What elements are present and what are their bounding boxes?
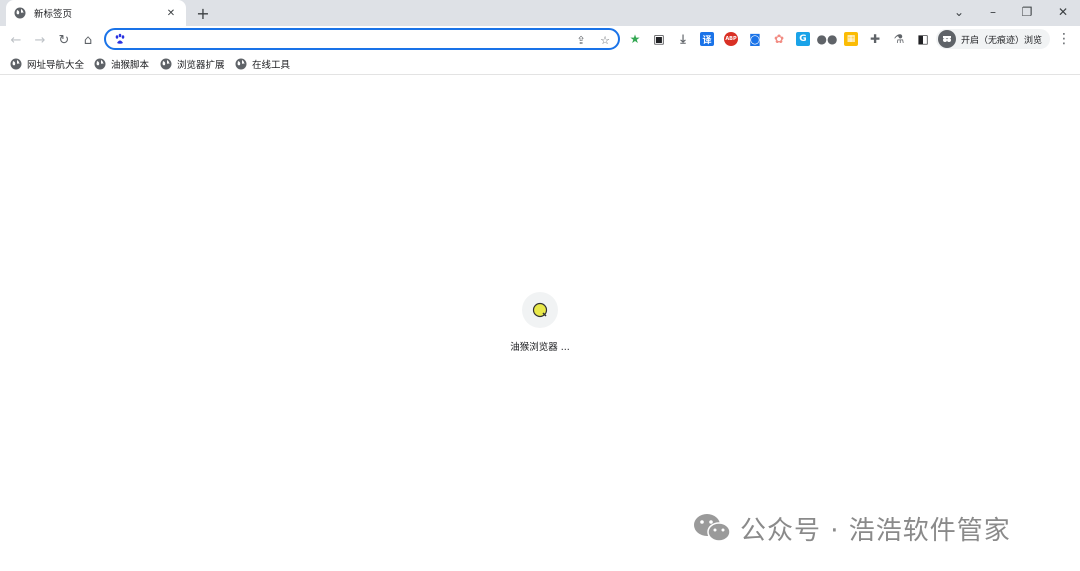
bookmark-star-icon[interactable]: ☆ (597, 32, 613, 48)
translate-icon[interactable]: 译 (700, 32, 714, 46)
watermark: 公众号 · 浩浩软件管家 (692, 510, 1011, 546)
download-icon[interactable]: ⤓ (676, 32, 690, 46)
tab-new-tab[interactable]: 新标签页 ✕ (6, 0, 186, 26)
new-tab-button[interactable]: + (194, 4, 212, 23)
incognito-avatar-icon (938, 30, 956, 48)
color-picker-icon[interactable]: ▦ (844, 32, 858, 46)
globe-icon (160, 58, 172, 70)
flower-icon[interactable]: ✿ (772, 32, 786, 46)
qr-scan-icon[interactable]: ▣ (652, 32, 666, 46)
bookmark-label: 油猴脚本 (111, 60, 150, 71)
bookmarks-bar: 网址导航大全 油猴脚本 浏览器扩展 在线工具 (0, 53, 1080, 75)
tampermonkey-icon[interactable]: ●● (817, 32, 838, 46)
restore-button[interactable]: ❐ (1012, 0, 1042, 24)
toolbar: ← → ↻ ⌂ ⇪ ☆ ★ ▣ ⤓ 译 ABP ◙ ✿ G ●● ▦ ✚ ⚗ ◧ 开启（无痕迹）浏览 ⋮ (0, 26, 1080, 53)
close-window-button[interactable]: ✕ (1048, 0, 1078, 24)
shortcut-icon-bg (522, 292, 558, 328)
home-button[interactable]: ⌂ (78, 30, 98, 50)
tab-strip: 新标签页 ✕ + ⌄ – ❐ ✕ (0, 0, 1080, 26)
shortcut-label: 油猴浏览器 ... (510, 342, 570, 353)
bookmark-item[interactable]: 油猴脚本 (94, 56, 149, 72)
tab-search-button[interactable]: ⌄ (944, 0, 974, 24)
omnibox[interactable]: ⇪ ☆ (104, 28, 620, 50)
globe-icon (10, 58, 22, 70)
baidu-paw-icon (115, 33, 125, 44)
globe-icon (235, 58, 247, 70)
globe-icon (94, 58, 106, 70)
flask-icon[interactable]: ⚗ (892, 32, 906, 46)
forward-button[interactable]: → (30, 30, 50, 50)
puzzle-icon[interactable]: ✚ (868, 32, 882, 46)
star-green-icon[interactable]: ★ (628, 32, 642, 46)
profile-label: 开启（无痕迹）浏览 (961, 35, 1043, 46)
globe-icon (14, 7, 26, 19)
watermark-text: 公众号 · 浩浩软件管家 (740, 515, 1011, 546)
bookmark-item[interactable]: 浏览器扩展 (160, 56, 225, 72)
bookmark-label: 在线工具 (252, 60, 291, 71)
more-menu-icon[interactable]: ⋮ (1056, 30, 1072, 48)
bookmark-label: 网址导航大全 (27, 60, 85, 71)
screenshot-icon[interactable]: ◙ (748, 32, 762, 46)
wechat-icon (694, 514, 731, 542)
bookmark-label: 浏览器扩展 (177, 60, 225, 71)
bookmark-item[interactable]: 网址导航大全 (10, 56, 84, 72)
side-panel-icon[interactable]: ◧ (916, 32, 930, 46)
address-input[interactable] (132, 31, 552, 47)
cloud-icon[interactable]: G (796, 32, 810, 46)
tab-title: 新标签页 (34, 9, 73, 20)
share-icon[interactable]: ⇪ (573, 32, 589, 48)
adblock-icon[interactable]: ABP (724, 32, 738, 46)
close-icon[interactable]: ✕ (164, 6, 178, 20)
back-button[interactable]: ← (6, 30, 26, 50)
bookmark-item[interactable]: 在线工具 (235, 56, 290, 72)
shortcut-tile[interactable]: 油猴浏览器 ... (505, 292, 575, 353)
reload-button[interactable]: ↻ (54, 30, 74, 50)
profile-button[interactable]: 开启（无痕迹）浏览 (936, 29, 1051, 49)
minimize-button[interactable]: – (978, 0, 1008, 24)
tampermonkey-browser-icon (532, 302, 548, 318)
